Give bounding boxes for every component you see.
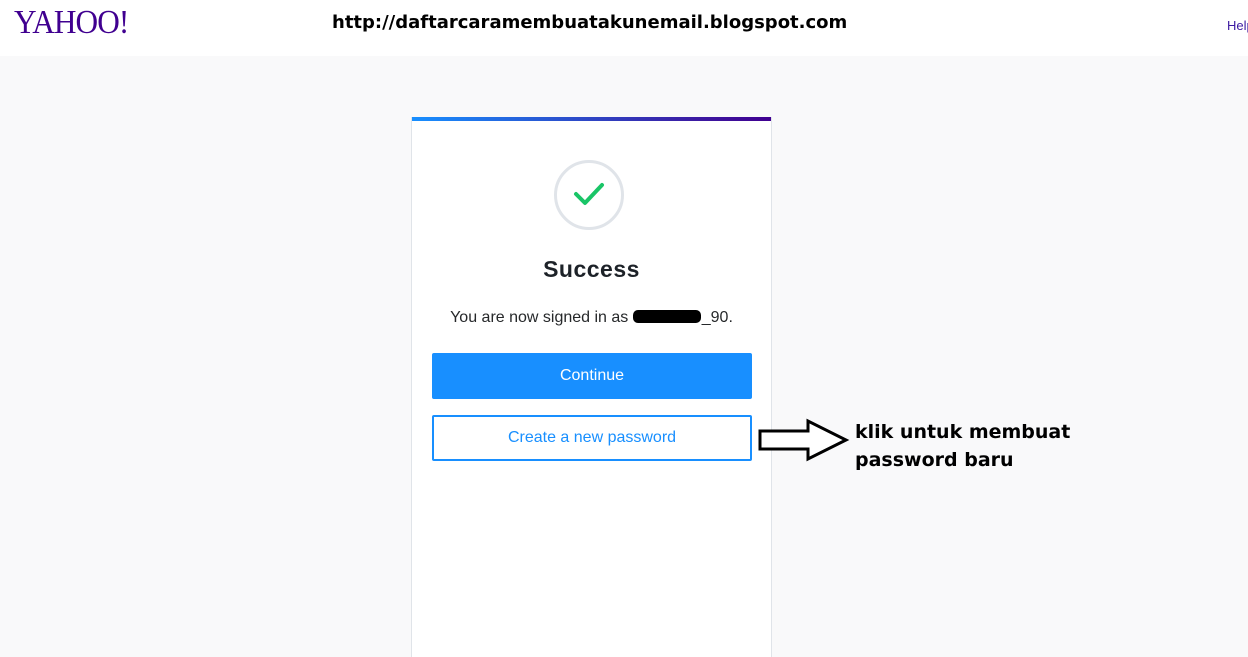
success-check-icon — [554, 160, 624, 230]
annotation-text: klik untuk membuat password baru — [855, 418, 1070, 474]
signed-in-message: You are now signed in as _90. — [412, 309, 771, 327]
create-new-password-button[interactable]: Create a new password — [432, 415, 752, 461]
checkmark-icon — [574, 183, 604, 205]
yahoo-logo[interactable]: YAHOO! — [14, 4, 129, 42]
signed-in-prefix: You are now signed in as — [450, 309, 629, 326]
blog-watermark-url: http://daftarcaramembuatakunemail.blogsp… — [332, 12, 848, 33]
top-header: YAHOO! http://daftarcaramembuatakunemail… — [0, 0, 1248, 56]
help-link[interactable]: Help — [1227, 18, 1248, 33]
redacted-username — [632, 310, 701, 323]
annotation-line-2: password baru — [855, 449, 1014, 471]
annotation-line-1: klik untuk membuat — [855, 421, 1071, 443]
card-gradient-bar — [412, 117, 771, 121]
page-title: Success — [543, 256, 640, 282]
username-suffix: _90. — [701, 309, 733, 326]
continue-button[interactable]: Continue — [432, 353, 752, 399]
arrow-right-icon — [758, 418, 850, 462]
success-card: Success You are now signed in as _90. Co… — [411, 117, 772, 657]
